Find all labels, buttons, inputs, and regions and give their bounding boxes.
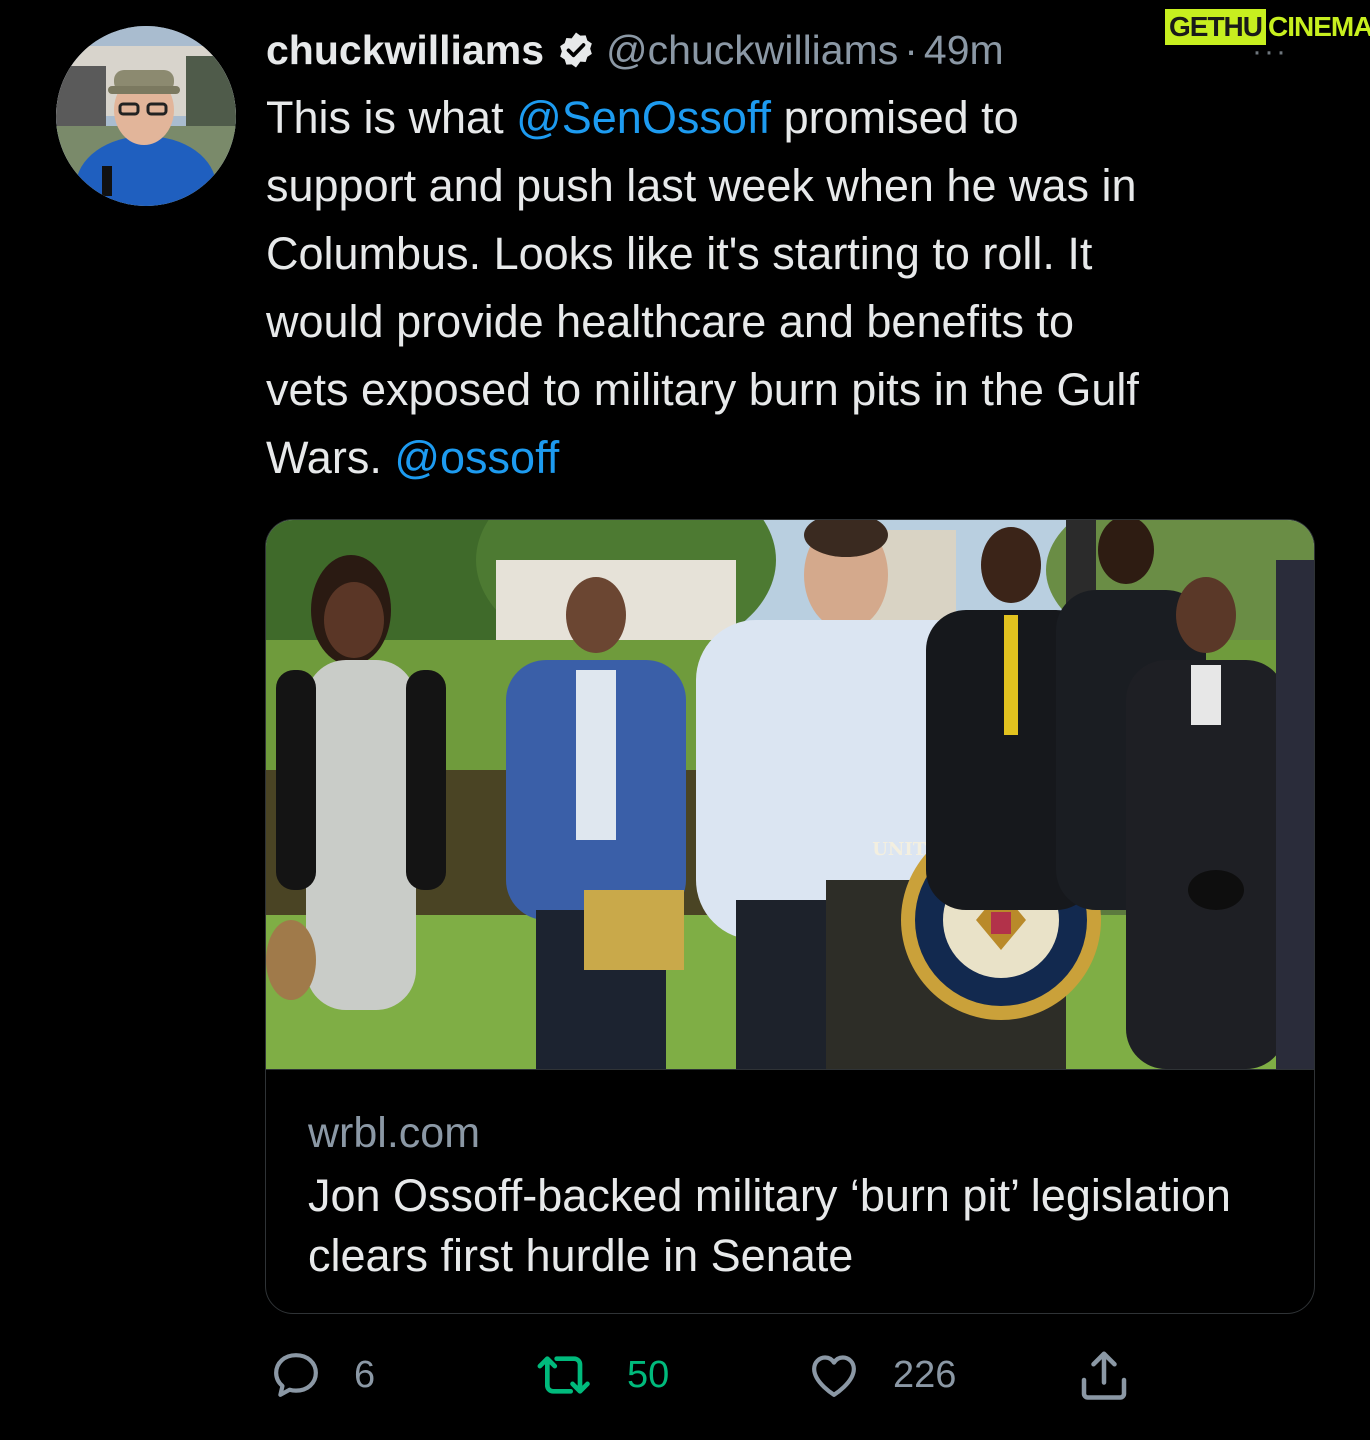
tweet-text-part1: This is what [266, 92, 517, 143]
like-button[interactable]: 226 [805, 1340, 956, 1410]
tweet-text-part2: promised to support and push last week w… [266, 92, 1139, 483]
watermark-part1: GETHU [1165, 9, 1266, 45]
mention-senossoff[interactable]: @SenOssoff [516, 92, 771, 143]
timestamp[interactable]: 49m [924, 22, 1004, 78]
card-image[interactable]: UNITED STATES SENATE [266, 520, 1314, 1069]
retweet-icon [537, 1356, 590, 1394]
verified-badge-icon [556, 30, 596, 70]
display-name[interactable]: chuckwilliams [266, 22, 544, 78]
card-title[interactable]: Jon Ossoff-backed military ‘burn pit’ le… [308, 1166, 1288, 1286]
retweet-button[interactable]: 50 [535, 1340, 669, 1410]
share-icon [1081, 1351, 1127, 1400]
user-handle[interactable]: @chuckwilliams [606, 22, 898, 78]
tweet-text: This is what @SenOssoff promised to supp… [266, 84, 1346, 492]
like-count: 226 [893, 1353, 957, 1396]
retweet-count: 50 [627, 1353, 670, 1396]
link-card[interactable]: UNITED STATES SENATE wrbl.com Jon Ossoff… [265, 519, 1315, 1314]
separator-dot: · [904, 27, 918, 73]
reply-icon [274, 1353, 318, 1397]
card-domain[interactable]: wrbl.com [308, 1108, 480, 1158]
avatar[interactable] [56, 26, 236, 206]
tweet-header: chuckwilliams @chuckwilliams · 49m [266, 22, 1004, 78]
reply-button[interactable]: 6 [268, 1340, 375, 1410]
share-button[interactable] [1074, 1340, 1134, 1410]
tweet-screen: GETHU CINEMA chuckwilliams @chuckwilliam… [0, 0, 1370, 1440]
more-icon[interactable]: ··· [1252, 37, 1288, 67]
action-bar: 6 50 226 [0, 1340, 1370, 1410]
avatar-photo [56, 26, 236, 206]
mention-ossoff[interactable]: @ossoff [394, 432, 559, 483]
reply-count: 6 [354, 1353, 376, 1396]
card-divider [266, 1069, 1314, 1070]
like-icon [812, 1355, 856, 1397]
